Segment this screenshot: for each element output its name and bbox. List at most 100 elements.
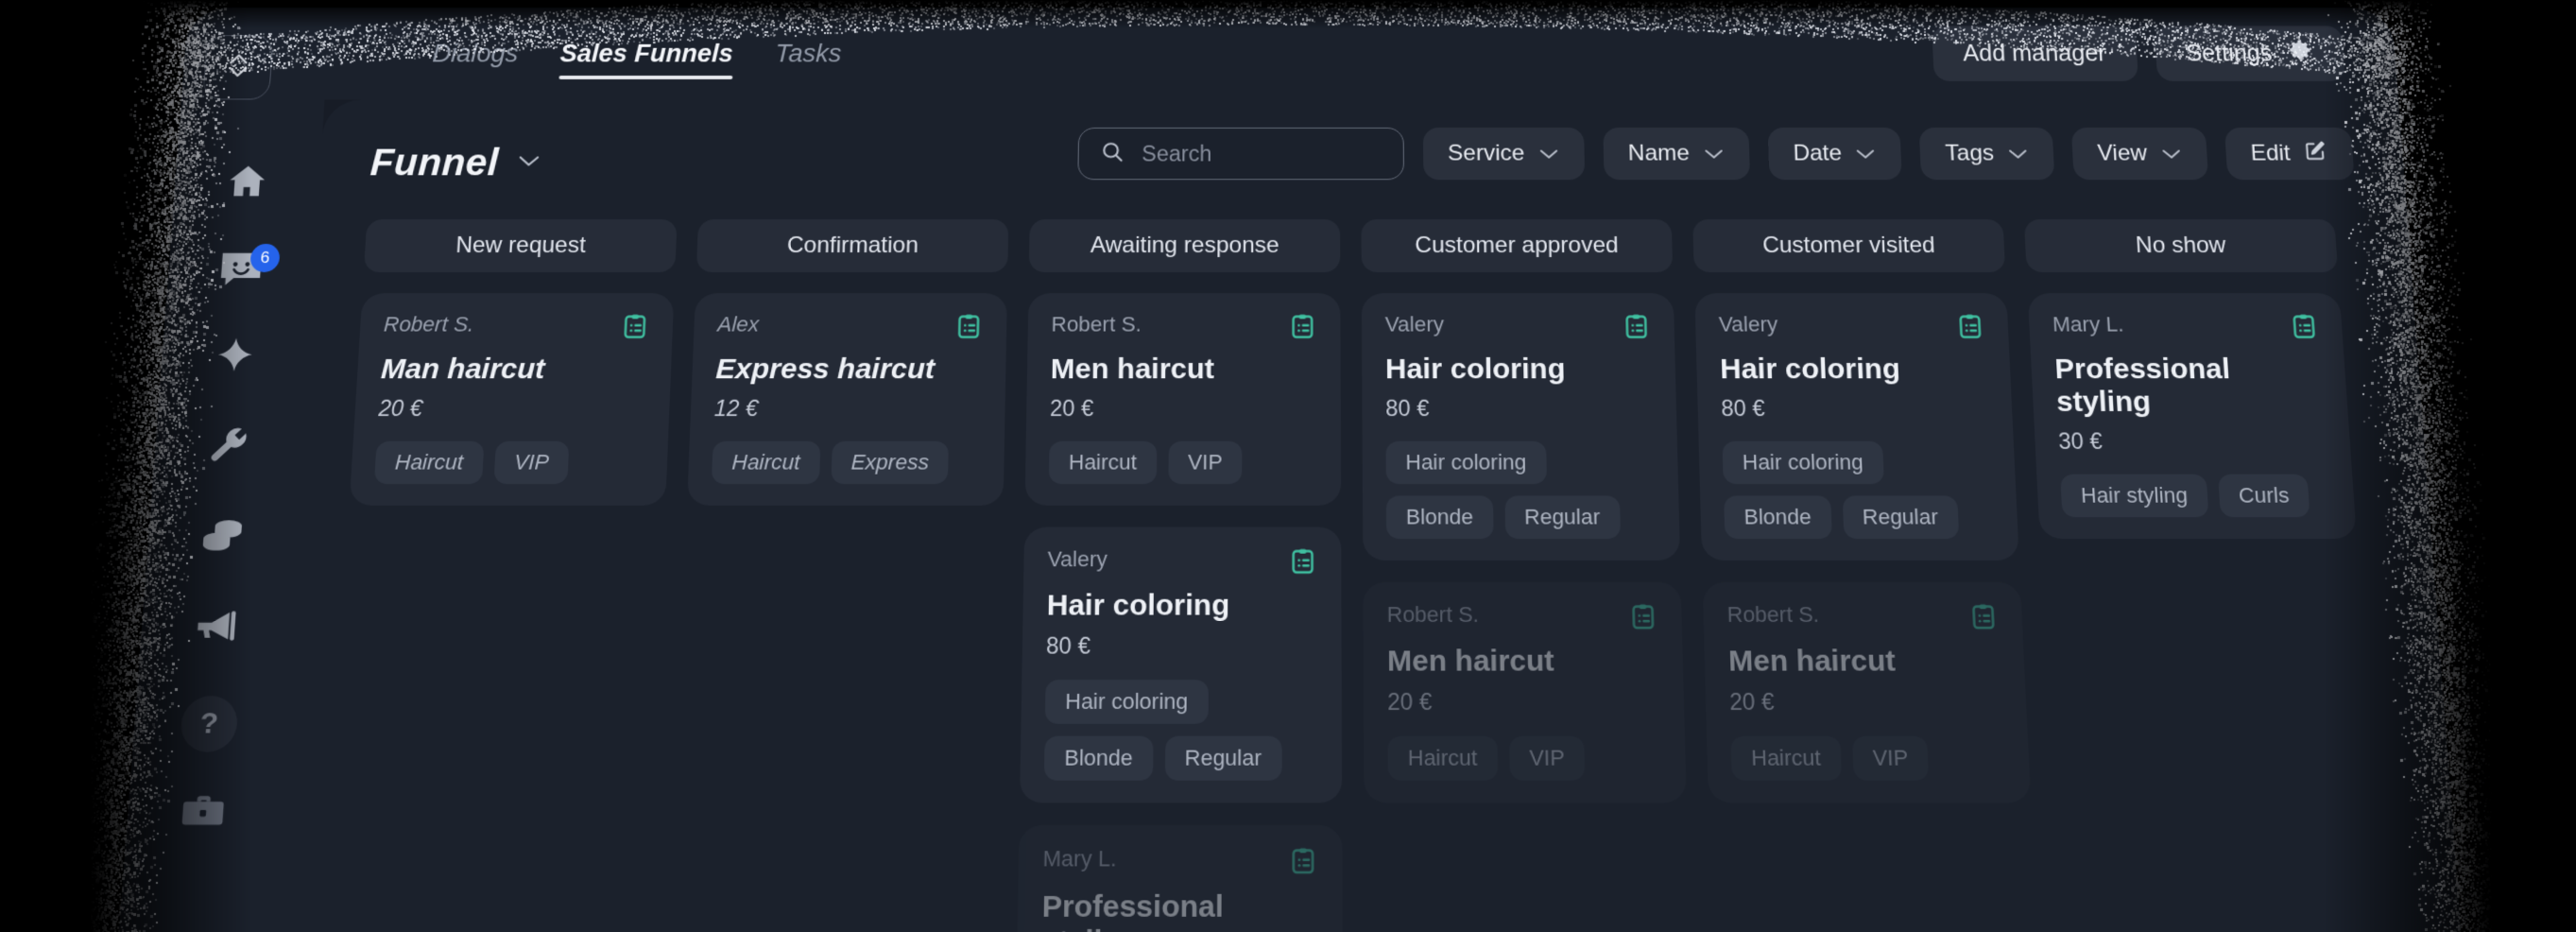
sidebar-item-tools[interactable] (152, 401, 305, 491)
card-tag[interactable]: Blonde (1044, 736, 1153, 781)
card-tag[interactable]: Hair styling (2060, 475, 2208, 518)
kanban-column: No show Mary L. Professional styling 30 € Ha… (2024, 219, 2394, 932)
card-tag[interactable]: Regular (1164, 736, 1281, 781)
card-service-title: Hair coloring (1720, 354, 1987, 387)
card-tag[interactable]: Regular (1504, 495, 1621, 539)
clipboard-list-icon[interactable] (1288, 312, 1317, 345)
clipboard-list-icon[interactable] (620, 312, 650, 345)
card-tag[interactable]: Regular (1842, 495, 1959, 539)
search-input[interactable] (1140, 140, 1382, 167)
tab-sales-funnels[interactable]: Sales Funnels (558, 8, 734, 99)
tab-tasks[interactable]: Tasks (774, 8, 843, 99)
card-tag[interactable]: Hair coloring (1045, 680, 1209, 724)
column-header[interactable]: Confirmation (696, 219, 1009, 272)
card-header-row: Alex (716, 312, 983, 345)
sidebar-item-workspace[interactable] (125, 765, 282, 858)
card-service-title: Hair coloring (1385, 354, 1653, 387)
clipboard-list-icon[interactable] (1967, 602, 1999, 637)
kanban-column: Confirmation Alex Express haircut 12 € Hairc… (664, 219, 1008, 932)
app-window: 6 ? Dialogs Sales Funnels Tasks Add mana… (109, 8, 2471, 932)
chevron-up-down-icon (224, 49, 251, 85)
clipboard-list-icon[interactable] (1628, 602, 1658, 637)
column-header[interactable]: New request (364, 219, 678, 272)
funnel-dropdown-button[interactable] (515, 153, 541, 173)
tab-dialogs[interactable]: Dialogs (430, 8, 521, 99)
card-client-name: Robert S. (1726, 602, 1819, 628)
clipboard-list-icon[interactable] (1288, 546, 1317, 581)
clipboard-list-icon[interactable] (1622, 312, 1652, 345)
filter-name-button[interactable]: Name (1603, 128, 1750, 180)
card-tag[interactable]: Haircut (1049, 441, 1157, 484)
clipboard-list-icon[interactable] (1955, 312, 1985, 345)
deal-card[interactable]: Robert S. Men haircut 20 € Haircut VIP (1363, 582, 1686, 803)
sidebar-item-dialogs[interactable]: 6 (165, 225, 317, 312)
column-header[interactable]: Customer visited (1692, 219, 2005, 272)
card-tag[interactable]: Blonde (1724, 495, 1831, 539)
card-tag-list: Haircut Express (712, 441, 981, 484)
card-tag[interactable]: VIP (1852, 736, 1930, 781)
sidebar-item-marketing[interactable] (138, 580, 293, 672)
clipboard-list-icon[interactable] (2289, 312, 2320, 345)
filter-tags-button[interactable]: Tags (1919, 128, 2054, 180)
card-tag-list: Hair styling Curls (2060, 475, 2331, 518)
sidebar-collapse-button[interactable] (202, 35, 274, 99)
card-header-row: Robert S. (1051, 312, 1317, 345)
top-bar-actions: Add manager Settings (1931, 8, 2347, 99)
card-tag[interactable]: Haircut (712, 441, 820, 484)
coins-icon (197, 513, 248, 557)
filter-service-button[interactable]: Service (1422, 128, 1584, 180)
clipboard-list-icon[interactable] (1288, 846, 1318, 882)
sidebar-item-home[interactable] (172, 139, 322, 225)
card-tag[interactable]: Express (831, 441, 949, 484)
card-tag[interactable]: Haircut (1730, 736, 1841, 781)
column-header[interactable]: Awaiting response (1029, 219, 1340, 272)
card-client-name: Robert S. (383, 312, 474, 337)
filter-date-button[interactable]: Date (1767, 128, 1902, 180)
card-tag[interactable]: Blonde (1386, 495, 1493, 539)
card-client-name: Robert S. (1387, 602, 1480, 628)
filter-view-button[interactable]: View (2071, 128, 2208, 180)
card-tag[interactable]: VIP (493, 441, 569, 484)
card-price: 20 € (1729, 689, 2003, 716)
perspective-wrapper: 6 ? Dialogs Sales Funnels Tasks Add mana… (0, 0, 2576, 932)
filter-tags-label: Tags (1945, 141, 1995, 167)
deal-card[interactable]: Valery Hair coloring 80 € Hair coloring Blon… (1020, 527, 1342, 803)
card-tag[interactable]: VIP (1168, 441, 1242, 484)
card-price: 20 € (1387, 689, 1660, 716)
edit-pencil-icon (2303, 139, 2329, 169)
filter-view-label: View (2097, 141, 2148, 167)
card-tag[interactable]: Haircut (374, 441, 484, 484)
card-service-title: Men haircut (1728, 645, 2001, 679)
edit-button[interactable]: Edit (2224, 128, 2355, 180)
deal-card[interactable]: Robert S. Men haircut 20 € Haircut VIP (1703, 582, 2032, 803)
chevron-down-icon (1703, 141, 1725, 167)
deal-card[interactable]: Mary L.Professional styling30 €Hair styl… (2028, 293, 2357, 539)
filter-date-label: Date (1793, 141, 1842, 167)
card-tag[interactable]: VIP (1509, 736, 1586, 781)
clipboard-list-icon[interactable] (953, 312, 984, 345)
deal-card[interactable]: Valery Hair coloring 80 € Hair coloring Blon… (1694, 293, 2019, 561)
deal-card[interactable]: Alex Express haircut 12 € Haircut Express (687, 293, 1007, 506)
sidebar-item-help[interactable]: ? (131, 678, 287, 770)
deal-card[interactable]: Robert S. Men haircut 20 € Haircut VIP (1024, 293, 1341, 506)
deal-card[interactable]: Robert S. Man haircut 20 € Haircut VIP (350, 293, 675, 506)
sidebar-item-billing[interactable] (146, 490, 300, 580)
column-header[interactable]: Customer approved (1361, 219, 1673, 272)
add-manager-button[interactable]: Add manager (1932, 26, 2138, 80)
search-box[interactable] (1077, 128, 1404, 180)
sidebar-item-ai-assistant[interactable] (159, 312, 311, 400)
card-tag-list: Haircut VIP (374, 441, 644, 484)
column-header[interactable]: No show (2024, 219, 2338, 272)
card-tag[interactable]: Hair coloring (1385, 441, 1546, 484)
deal-card[interactable]: Mary L.Professional styling30 €Hair styl… (1015, 825, 1343, 932)
card-tag[interactable]: Haircut (1387, 736, 1497, 781)
wrench-icon (206, 423, 252, 466)
deal-card[interactable]: Valery Hair coloring 80 € Hair coloring Blon… (1362, 293, 1680, 561)
card-tag[interactable]: Hair coloring (1722, 441, 1883, 484)
main-content: Funnel Search Service Name Date Tags Vie… (262, 99, 2472, 932)
settings-button[interactable]: Settings (2154, 26, 2345, 80)
card-price: 30 € (2058, 428, 2327, 455)
card-client-name: Mary L. (2052, 312, 2124, 337)
card-tag-list: Haircut VIP (1049, 441, 1317, 484)
card-tag[interactable]: Curls (2218, 475, 2310, 518)
